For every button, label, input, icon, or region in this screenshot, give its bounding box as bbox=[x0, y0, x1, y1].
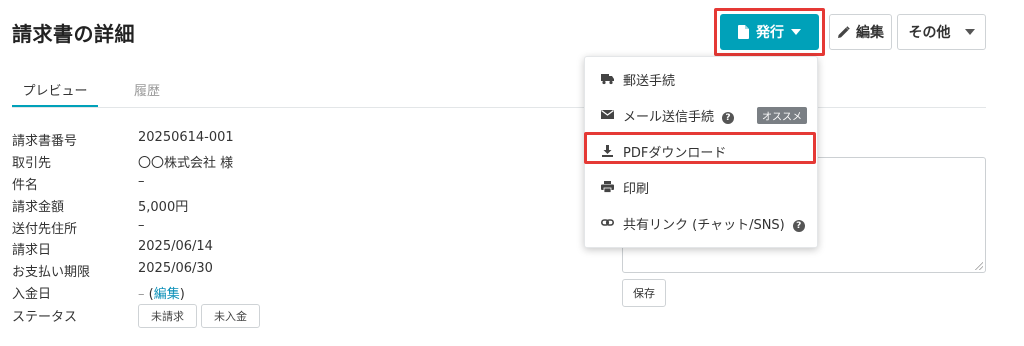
detail-label: 送付先住所 bbox=[12, 222, 78, 237]
tab-preview[interactable]: プレビュー bbox=[12, 80, 98, 99]
subject-value: – bbox=[138, 174, 145, 189]
invoice-number-value: 20250614-001 bbox=[138, 130, 234, 145]
menu-item-label: 郵送手続 bbox=[623, 74, 676, 89]
detail-label: ステータス bbox=[12, 310, 78, 325]
other-button[interactable]: その他 bbox=[897, 14, 986, 50]
status-badge-billing: 未請求 bbox=[138, 304, 197, 328]
printer-icon bbox=[601, 181, 614, 193]
invoice-date-value: 2025/06/14 bbox=[138, 239, 213, 254]
tab-history[interactable]: 履歴 bbox=[134, 80, 160, 99]
document-icon bbox=[738, 25, 749, 39]
edit-button[interactable]: 編集 bbox=[829, 14, 892, 50]
detail-label: お支払い期限 bbox=[12, 265, 91, 280]
due-date-value: 2025/06/30 bbox=[138, 261, 213, 276]
detail-label: 入金日 bbox=[12, 287, 52, 302]
status-badge-payment: 未入金 bbox=[201, 304, 260, 328]
payment-date-edit-link[interactable]: 編集 bbox=[154, 287, 180, 302]
tab-bar: プレビュー 履歴 bbox=[12, 76, 986, 108]
paren-close: ) bbox=[179, 287, 185, 302]
menu-item-share-link[interactable]: 共有リンク (チャット/SNS)? bbox=[585, 207, 819, 237]
client-link[interactable]: 〇〇株式会社 様 bbox=[138, 152, 233, 171]
resize-handle[interactable] bbox=[975, 262, 983, 270]
payment-date-value: – (編集) bbox=[138, 283, 185, 302]
amount-value: 5,000円 bbox=[138, 200, 189, 215]
truck-icon bbox=[601, 74, 614, 85]
tab-preview-underline bbox=[12, 105, 98, 107]
paren-open: ( bbox=[144, 287, 154, 302]
detail-label: 取引先 bbox=[12, 156, 52, 171]
status-tags: 未請求 未入金 bbox=[138, 304, 264, 328]
detail-label: 請求日 bbox=[12, 243, 52, 258]
menu-item-label: 共有リンク (チャット/SNS)? bbox=[623, 214, 805, 233]
detail-label: 件名 bbox=[12, 178, 39, 193]
help-icon[interactable]: ? bbox=[792, 220, 805, 232]
issue-button-label: 発行 bbox=[756, 25, 784, 41]
pencil-icon bbox=[838, 25, 850, 38]
link-icon bbox=[601, 219, 614, 226]
chevron-down-icon bbox=[964, 29, 975, 35]
menu-item-email[interactable]: メール送信手続? オススメ bbox=[585, 99, 819, 129]
other-button-label: その他 bbox=[908, 25, 951, 41]
menu-item-label: メール送信手続? bbox=[623, 106, 735, 125]
edit-button-label: 編集 bbox=[856, 25, 884, 41]
chevron-down-icon bbox=[791, 29, 801, 35]
recommended-badge: オススメ bbox=[757, 107, 807, 124]
menu-item-label: 印刷 bbox=[623, 182, 650, 197]
detail-label: 請求金額 bbox=[12, 200, 65, 215]
destination-value: – bbox=[138, 218, 145, 233]
menu-item-print[interactable]: 印刷 bbox=[585, 171, 819, 201]
detail-label: 請求書番号 bbox=[12, 134, 78, 149]
help-icon[interactable]: ? bbox=[722, 112, 735, 124]
page-title: 請求書の詳細 bbox=[12, 22, 135, 46]
menu-item-mail[interactable]: 郵送手続 bbox=[585, 63, 819, 93]
envelope-icon bbox=[601, 110, 614, 119]
pdf-download-highlight bbox=[584, 132, 816, 164]
save-button[interactable]: 保存 bbox=[622, 279, 666, 307]
issue-button[interactable]: 発行 bbox=[720, 14, 819, 50]
